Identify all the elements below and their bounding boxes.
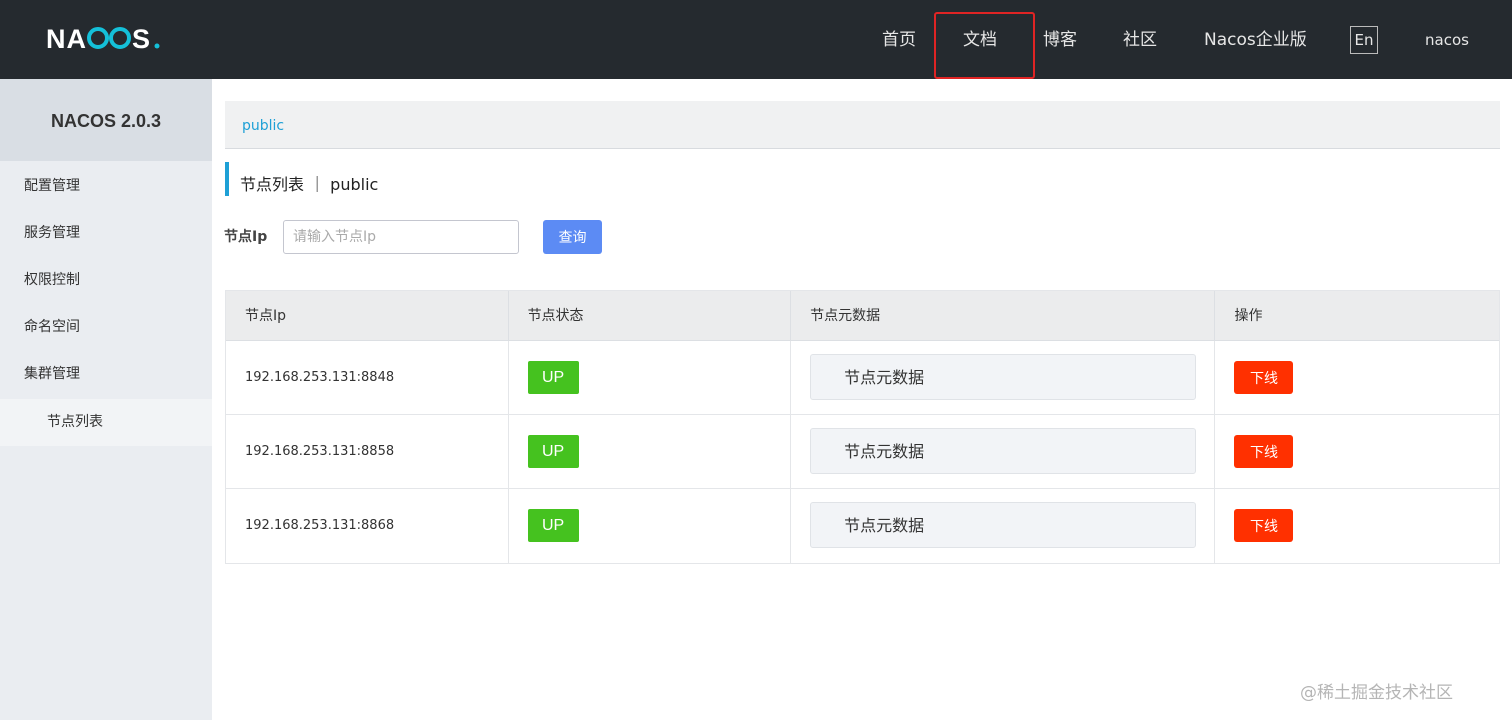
offline-button[interactable]: 下线 (1234, 361, 1294, 394)
column-header-metadata: 节点元数据 (791, 291, 1216, 341)
status-badge: UP (527, 361, 579, 394)
nav-community[interactable]: 社区 (1123, 0, 1157, 79)
node-ip-label: 节点Ip (224, 229, 268, 245)
table-header: 节点Ip 节点状态 节点元数据 操作 (226, 291, 1499, 341)
page-title: 节点列表 ｜ public (240, 175, 379, 194)
sidebar-title: NACOS 2.0.3 (0, 79, 212, 161)
namespace-bar: public (225, 101, 1500, 149)
table-row: 192.168.253.131:8868 UP 节点元数据 下线 (226, 489, 1499, 563)
watermark: @稀土掘金技术社区 (1300, 683, 1453, 703)
node-metadata-box[interactable]: 节点元数据 (810, 428, 1197, 474)
node-metadata-box[interactable]: 节点元数据 (810, 502, 1197, 548)
page-title-accent (225, 162, 229, 196)
namespace-link-public[interactable]: public (242, 101, 284, 152)
column-header-action: 操作 (1234, 308, 1263, 324)
sidebar-item-node-list[interactable]: 节点列表 (0, 399, 212, 446)
nav-blog[interactable]: 博客 (1043, 0, 1077, 79)
sidebar-item-cluster[interactable]: 集群管理 (0, 351, 212, 398)
column-header-ip: 节点Ip (226, 291, 509, 341)
language-switch-button[interactable]: En (1350, 26, 1378, 54)
node-ip-input[interactable] (283, 220, 519, 254)
status-badge: UP (527, 435, 579, 468)
user-name[interactable]: nacos (1425, 0, 1469, 79)
table-row: 192.168.253.131:8848 UP 节点元数据 下线 (226, 341, 1499, 415)
nacos-logo[interactable]: NA S (46, 22, 164, 56)
sidebar-item-config[interactable]: 配置管理 (0, 163, 212, 210)
nav-docs[interactable]: 文档 (963, 0, 997, 79)
node-table: 节点Ip 节点状态 节点元数据 操作 192.168.253.131:8848 … (225, 290, 1500, 564)
node-ip: 192.168.253.131:8858 (245, 444, 395, 459)
node-ip: 192.168.253.131:8868 (245, 518, 395, 533)
node-ip: 192.168.253.131:8848 (245, 370, 395, 385)
svg-text:NA: NA (46, 24, 87, 54)
table-row: 192.168.253.131:8858 UP 节点元数据 下线 (226, 415, 1499, 489)
svg-text:S: S (132, 24, 150, 54)
nav-home[interactable]: 首页 (882, 0, 916, 79)
nacos-logo-icon: NA S (46, 24, 160, 54)
status-badge: UP (527, 509, 579, 542)
nav-enterprise[interactable]: Nacos企业版 (1204, 0, 1307, 79)
sidebar-item-namespace[interactable]: 命名空间 (0, 304, 212, 351)
offline-button[interactable]: 下线 (1234, 509, 1294, 542)
query-button[interactable]: 查询 (543, 220, 602, 254)
sidebar: NACOS 2.0.3 配置管理 服务管理 权限控制 命名空间 集群管理 节点列… (0, 79, 212, 720)
sidebar-item-permission[interactable]: 权限控制 (0, 257, 212, 304)
top-navigation-bar: NA S 首页 文档 博客 社区 Nacos企业版 En nacos (0, 0, 1512, 79)
sidebar-item-service[interactable]: 服务管理 (0, 210, 212, 257)
column-header-status: 节点状态 (509, 291, 792, 341)
node-metadata-box[interactable]: 节点元数据 (810, 354, 1197, 400)
offline-button[interactable]: 下线 (1234, 435, 1294, 468)
